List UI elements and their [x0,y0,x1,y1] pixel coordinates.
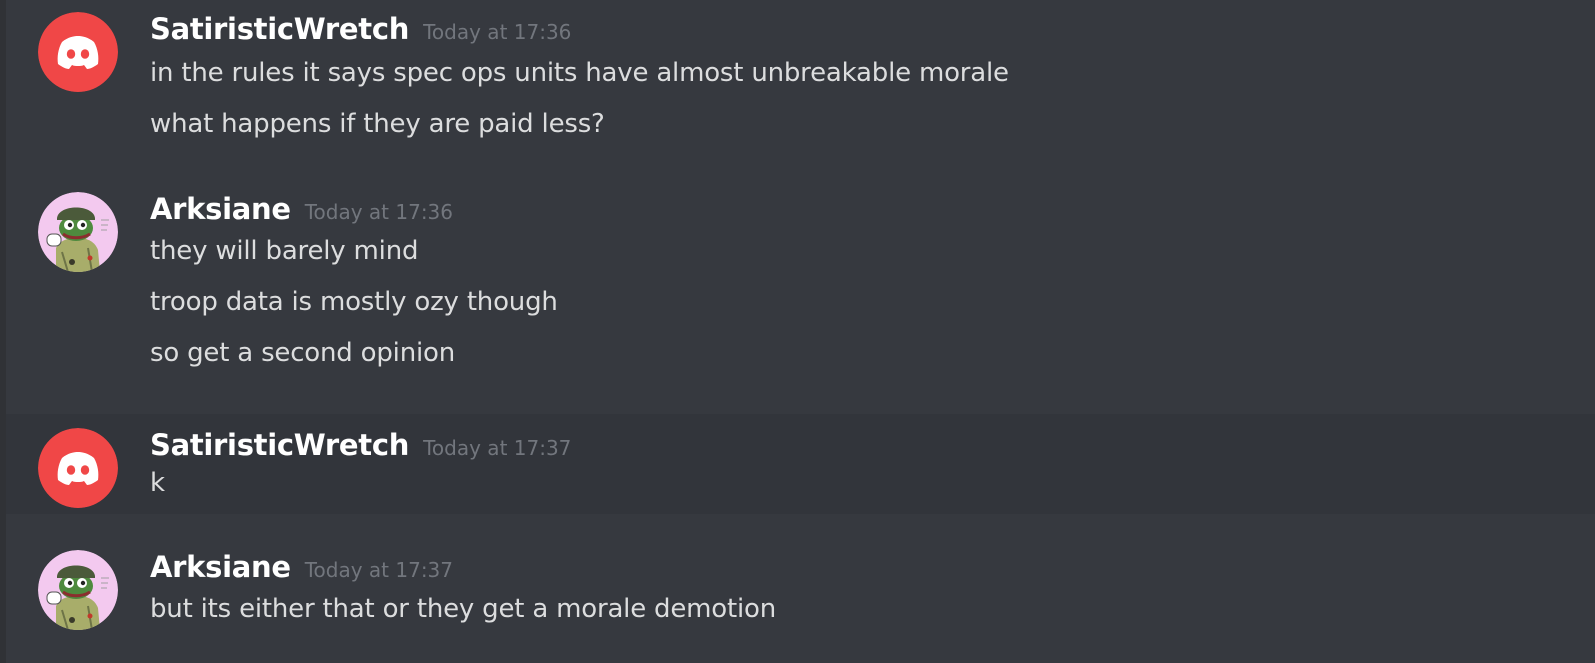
message-text: in the rules it says spec ops units have… [150,58,1009,88]
message-text: troop data is mostly ozy though [150,287,558,317]
message-timestamp: Today at 17:36 [423,20,572,44]
message-text: so get a second opinion [150,338,455,368]
message-author[interactable]: SatiristicWretch Today at 17:36 [150,12,571,46]
pepe-soldier-avatar-icon[interactable] [38,192,118,272]
message-author[interactable]: Arksiane Today at 17:36 [150,192,453,226]
author-name[interactable]: SatiristicWretch [150,428,409,462]
message-group: SatiristicWretch Today at 17:37 k [6,414,1595,514]
message-text: k [150,468,165,498]
message-text: they will barely mind [150,236,419,266]
message-text: but its either that or they get a morale… [150,594,776,624]
pepe-soldier-avatar-icon[interactable] [38,550,118,630]
message-group: Arksiane Today at 17:37 but its either th… [6,514,1595,663]
message-author[interactable]: SatiristicWretch Today at 17:37 [150,428,571,462]
author-name[interactable]: Arksiane [150,192,291,226]
message-group: Arksiane Today at 17:36 they will barely … [6,170,1595,414]
message-author[interactable]: Arksiane Today at 17:37 [150,550,453,584]
message-timestamp: Today at 17:37 [304,558,454,582]
message-timestamp: Today at 17:37 [423,436,572,460]
author-name[interactable]: SatiristicWretch [150,12,409,46]
author-name[interactable]: Arksiane [150,550,291,584]
message-text: what happens if they are paid less? [150,109,605,139]
message-timestamp: Today at 17:36 [304,200,454,224]
chat-messages-pane: SatiristicWretch Today at 17:36 in the ru… [0,0,1595,663]
discord-default-avatar-icon[interactable] [38,428,118,508]
message-group: SatiristicWretch Today at 17:36 in the ru… [6,0,1595,170]
discord-default-avatar-icon[interactable] [38,12,118,92]
